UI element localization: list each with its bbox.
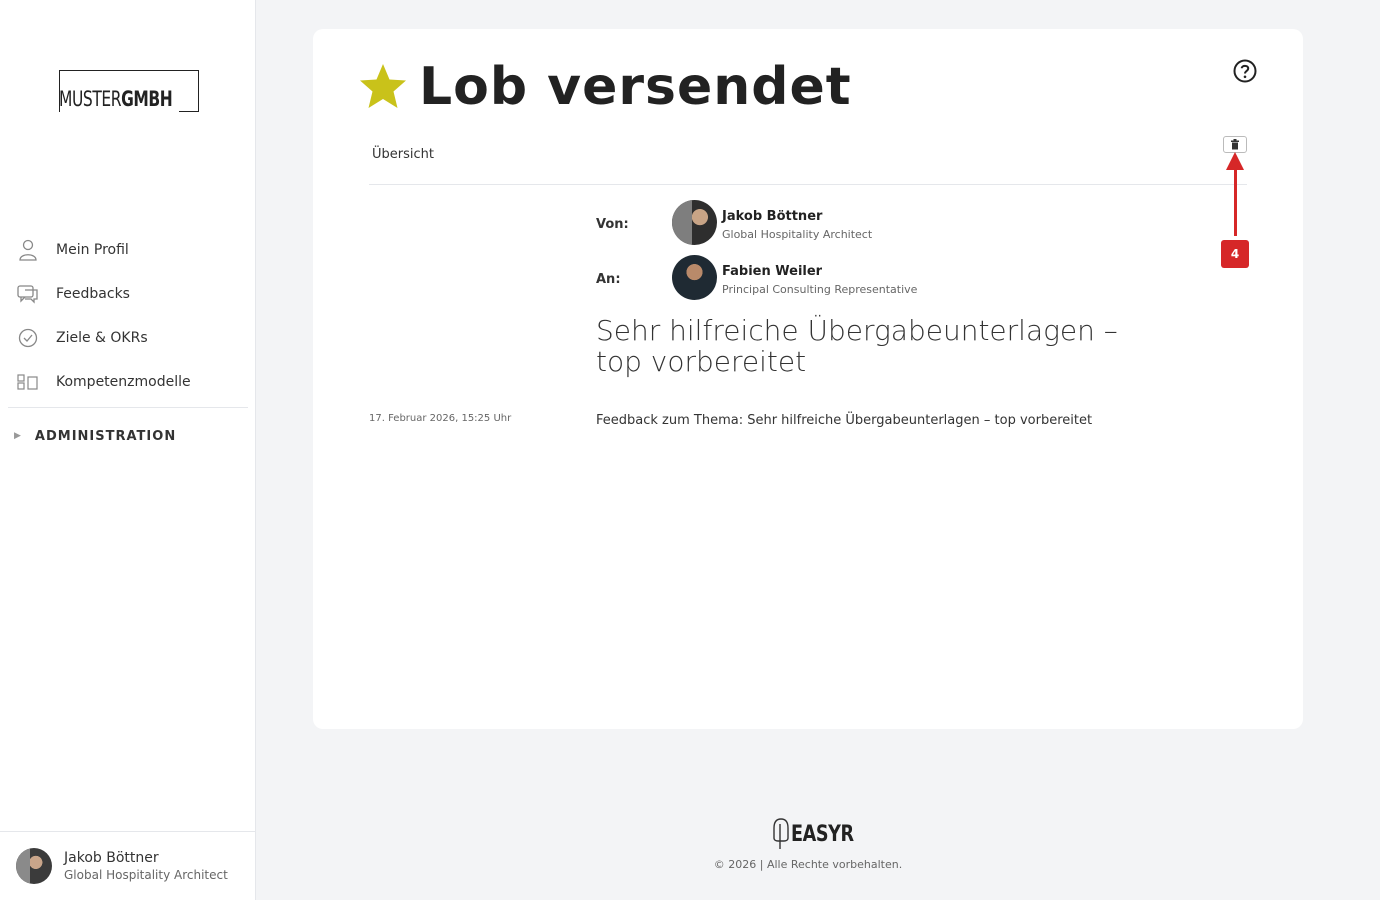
to-label: An: bbox=[596, 272, 621, 287]
star-icon bbox=[360, 64, 406, 108]
page-title: Lob versendet bbox=[419, 57, 852, 117]
sidebar: MUSTERGMBH Mein Profil Feedbacks Ziele &… bbox=[0, 0, 256, 900]
footer-logo: EASYR bbox=[771, 818, 869, 850]
company-logo[interactable]: MUSTERGMBH bbox=[59, 70, 199, 112]
sidebar-item-feedbacks[interactable]: Feedbacks bbox=[0, 272, 256, 316]
recipient-role: Principal Consulting Representative bbox=[722, 283, 918, 296]
sidebar-nav: Mein Profil Feedbacks Ziele & OKRs Kompe… bbox=[0, 228, 256, 464]
sidebar-item-label: ADMINISTRATION bbox=[34, 428, 177, 444]
sidebar-item-mein-profil[interactable]: Mein Profil bbox=[0, 228, 256, 272]
feedback-headline: Sehr hilfreiche Übergabeunterlagen – top… bbox=[596, 314, 1118, 378]
copyright-text: © 2026 | Alle Rechte vorbehalten. bbox=[713, 858, 903, 871]
sidebar-item-kompetenzmodelle[interactable]: Kompetenzmodelle bbox=[0, 360, 256, 404]
tab-uebersicht[interactable]: Übersicht bbox=[372, 147, 434, 162]
recipient-name[interactable]: Fabien Weiler bbox=[722, 264, 822, 279]
caret-right-icon: ▶ bbox=[14, 431, 21, 441]
delete-button[interactable] bbox=[1223, 136, 1247, 153]
sidebar-item-label: Feedbacks bbox=[56, 286, 130, 302]
feedback-body: Feedback zum Thema: Sehr hilfreiche Über… bbox=[596, 413, 1093, 428]
sidebar-item-administration[interactable]: ▶ ADMINISTRATION bbox=[0, 408, 256, 464]
logo-text-light: MUSTER bbox=[59, 87, 122, 111]
chat-bubbles-icon bbox=[17, 283, 39, 305]
trash-icon bbox=[1231, 139, 1239, 150]
footer-brand: EASYR bbox=[791, 821, 854, 847]
annotation-arrow-head bbox=[1226, 152, 1244, 170]
check-circle-icon bbox=[17, 327, 39, 349]
feedback-date: 17. Februar 2026, 15:25 Uhr bbox=[369, 413, 512, 424]
from-label: Von: bbox=[596, 217, 629, 232]
avatar bbox=[672, 200, 717, 245]
sender-name[interactable]: Jakob Böttner bbox=[722, 209, 822, 224]
user-icon bbox=[17, 239, 39, 261]
help-icon[interactable] bbox=[1233, 59, 1257, 83]
sidebar-item-label: Ziele & OKRs bbox=[56, 330, 148, 346]
sidebar-item-ziele-okrs[interactable]: Ziele & OKRs bbox=[0, 316, 256, 360]
logo-text-bold: GMBH bbox=[121, 87, 173, 111]
tab-divider bbox=[369, 184, 1247, 185]
annotation-badge: 4 bbox=[1221, 240, 1249, 268]
sender-role: Global Hospitality Architect bbox=[722, 228, 873, 241]
annotation-arrow-shaft bbox=[1234, 160, 1237, 236]
grid-icon bbox=[17, 371, 39, 393]
page-header: Lob versendet bbox=[357, 57, 852, 117]
praise-detail-card: Lob versendet Übersicht Von: Jakob Böttn… bbox=[313, 29, 1303, 729]
easyr-logo-icon bbox=[773, 818, 789, 849]
sidebar-item-label: Mein Profil bbox=[56, 242, 129, 258]
sidebar-item-label: Kompetenzmodelle bbox=[56, 374, 191, 390]
avatar bbox=[672, 255, 717, 300]
